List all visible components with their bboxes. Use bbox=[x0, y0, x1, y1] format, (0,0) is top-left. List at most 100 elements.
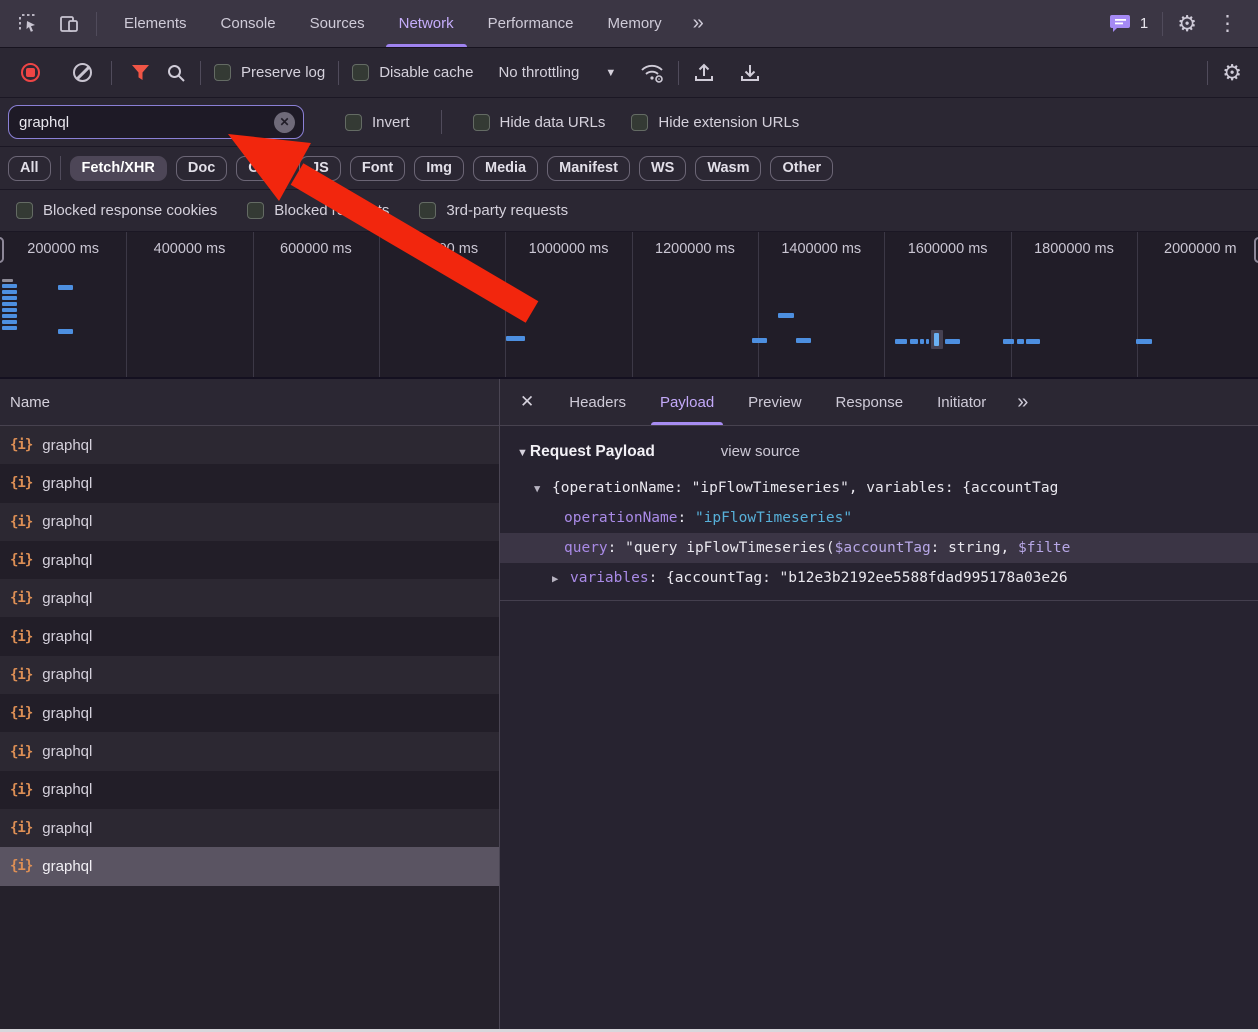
preserve-log-checkbox[interactable] bbox=[214, 64, 231, 81]
request-name: graphql bbox=[42, 705, 92, 722]
chip-img[interactable]: Img bbox=[414, 156, 464, 181]
expand-icon[interactable]: ▶ bbox=[552, 564, 570, 594]
payload-operation-row[interactable]: operationName: "ipFlowTimeseries" bbox=[500, 503, 1258, 533]
json-braces-icon: {i} bbox=[10, 705, 32, 721]
timeline-tick-label: 1400000 ms bbox=[781, 241, 861, 257]
request-timeline-bar bbox=[778, 313, 794, 318]
collapse-icon[interactable]: ▼ bbox=[534, 474, 552, 504]
request-name: graphql bbox=[42, 820, 92, 837]
invert-label[interactable]: Invert bbox=[372, 114, 410, 131]
overview-right-grip[interactable] bbox=[1254, 237, 1258, 263]
network-filter-input[interactable] bbox=[13, 114, 274, 131]
timeline-tick-label: 800000 ms bbox=[406, 241, 478, 257]
clear-filter-icon[interactable]: ✕ bbox=[274, 112, 295, 133]
tab-headers[interactable]: Headers bbox=[552, 379, 643, 425]
export-har-icon[interactable] bbox=[739, 62, 761, 84]
chip-doc[interactable]: Doc bbox=[176, 156, 227, 181]
throttling-select[interactable]: No throttling ▼ bbox=[486, 64, 626, 81]
timeline-gridline bbox=[632, 232, 633, 377]
table-row[interactable]: {i}graphql bbox=[0, 847, 499, 885]
console-messages-icon[interactable] bbox=[1109, 13, 1132, 34]
filter-label[interactable]: 3rd-party requests bbox=[446, 202, 568, 219]
blocked-response-cookies-checkbox[interactable] bbox=[16, 202, 33, 219]
hide-data-urls-checkbox[interactable] bbox=[473, 114, 490, 131]
collapse-icon[interactable]: ▼ bbox=[517, 447, 528, 459]
payload-query-row[interactable]: query: "query ipFlowTimeseries($accountT… bbox=[500, 533, 1258, 563]
tab-network[interactable]: Network bbox=[382, 0, 471, 47]
timeline-tick-label: 1200000 ms bbox=[655, 241, 735, 257]
payload-summary-row[interactable]: ▼{operationName: "ipFlowTimeseries", var… bbox=[500, 473, 1258, 503]
device-toolbar-icon[interactable] bbox=[58, 13, 80, 35]
filter-icon[interactable] bbox=[131, 64, 150, 81]
search-icon[interactable] bbox=[166, 63, 186, 83]
tab-elements[interactable]: Elements bbox=[107, 0, 204, 47]
preserve-log-label[interactable]: Preserve log bbox=[241, 64, 325, 81]
view-source-link[interactable]: view source bbox=[721, 443, 800, 460]
table-row[interactable]: {i}graphql bbox=[0, 656, 499, 694]
hide-data-urls-label[interactable]: Hide data URLs bbox=[500, 114, 606, 131]
filter-label[interactable]: Blocked response cookies bbox=[43, 202, 217, 219]
table-row[interactable]: {i}graphql bbox=[0, 579, 499, 617]
disable-cache-label[interactable]: Disable cache bbox=[379, 64, 473, 81]
overview-left-grip[interactable] bbox=[0, 237, 4, 263]
tab-preview[interactable]: Preview bbox=[731, 379, 818, 425]
close-details-icon[interactable]: ✕ bbox=[500, 392, 552, 412]
hide-extension-urls-checkbox[interactable] bbox=[631, 114, 648, 131]
chip-media[interactable]: Media bbox=[473, 156, 538, 181]
menu-icon[interactable]: ⋮ bbox=[1211, 13, 1244, 34]
request-timeline-bar bbox=[895, 339, 907, 344]
clear-network-log-icon[interactable] bbox=[73, 63, 92, 82]
tab-payload[interactable]: Payload bbox=[643, 379, 731, 425]
chip-manifest[interactable]: Manifest bbox=[547, 156, 630, 181]
inspect-element-icon[interactable] bbox=[18, 13, 40, 35]
tab-performance[interactable]: Performance bbox=[471, 0, 591, 47]
request-name: graphql bbox=[42, 666, 92, 683]
table-row[interactable]: {i}graphql bbox=[0, 503, 499, 541]
chip-js[interactable]: JS bbox=[299, 156, 341, 181]
name-column-header[interactable]: Name bbox=[0, 379, 499, 426]
more-panels-icon[interactable]: » bbox=[679, 12, 716, 35]
chip-all[interactable]: All bbox=[8, 156, 51, 181]
filter-label[interactable]: Blocked requests bbox=[274, 202, 389, 219]
request-name: graphql bbox=[42, 590, 92, 607]
request-timeline-bar bbox=[796, 338, 811, 343]
table-row[interactable]: {i}graphql bbox=[0, 809, 499, 847]
table-row[interactable]: {i}graphql bbox=[0, 426, 499, 464]
chip-css[interactable]: CSS bbox=[236, 156, 290, 181]
disable-cache-checkbox[interactable] bbox=[352, 64, 369, 81]
table-row[interactable]: {i}graphql bbox=[0, 771, 499, 809]
network-settings-icon[interactable]: ⚙ bbox=[1222, 62, 1242, 84]
tab-initiator[interactable]: Initiator bbox=[920, 379, 1003, 425]
chip-other[interactable]: Other bbox=[770, 156, 833, 181]
settings-icon[interactable]: ⚙ bbox=[1177, 13, 1197, 35]
hide-extension-urls-label[interactable]: Hide extension URLs bbox=[658, 114, 799, 131]
table-row[interactable]: {i}graphql bbox=[0, 732, 499, 770]
table-row[interactable]: {i}graphql bbox=[0, 617, 499, 655]
chip-font[interactable]: Font bbox=[350, 156, 405, 181]
chip-fetch-xhr[interactable]: Fetch/XHR bbox=[70, 156, 167, 181]
more-details-tabs-icon[interactable]: » bbox=[1003, 391, 1040, 414]
tab-memory[interactable]: Memory bbox=[591, 0, 679, 47]
3rd-party-requests-checkbox[interactable] bbox=[419, 202, 436, 219]
record-icon[interactable] bbox=[21, 63, 40, 82]
tab-console[interactable]: Console bbox=[204, 0, 293, 47]
import-har-icon[interactable] bbox=[693, 62, 715, 84]
payload-variables-row[interactable]: ▶variables: {accountTag: "b12e3b2192ee55… bbox=[500, 563, 1258, 593]
network-conditions-icon[interactable] bbox=[640, 62, 666, 84]
table-row[interactable]: {i} graphql bbox=[0, 694, 499, 732]
chip-ws[interactable]: WS bbox=[639, 156, 686, 181]
tab-response[interactable]: Response bbox=[819, 379, 921, 425]
json-braces-icon: {i} bbox=[10, 744, 32, 760]
message-count-badge[interactable]: 1 bbox=[1140, 15, 1148, 32]
toolbar-divider bbox=[678, 61, 679, 85]
network-overview-timeline[interactable]: 200000 ms400000 ms600000 ms800000 ms1000… bbox=[0, 232, 1258, 379]
invert-checkbox[interactable] bbox=[345, 114, 362, 131]
network-filter-box[interactable]: ✕ bbox=[8, 105, 304, 139]
tab-sources[interactable]: Sources bbox=[293, 0, 382, 47]
chip-wasm[interactable]: Wasm bbox=[695, 156, 761, 181]
network-filter-row: ✕ Invert Hide data URLs Hide extension U… bbox=[0, 98, 1258, 147]
request-timeline-bar bbox=[945, 339, 960, 344]
table-row[interactable]: {i}graphql bbox=[0, 541, 499, 579]
table-row[interactable]: {i}graphql bbox=[0, 464, 499, 502]
blocked-requests-checkbox[interactable] bbox=[247, 202, 264, 219]
